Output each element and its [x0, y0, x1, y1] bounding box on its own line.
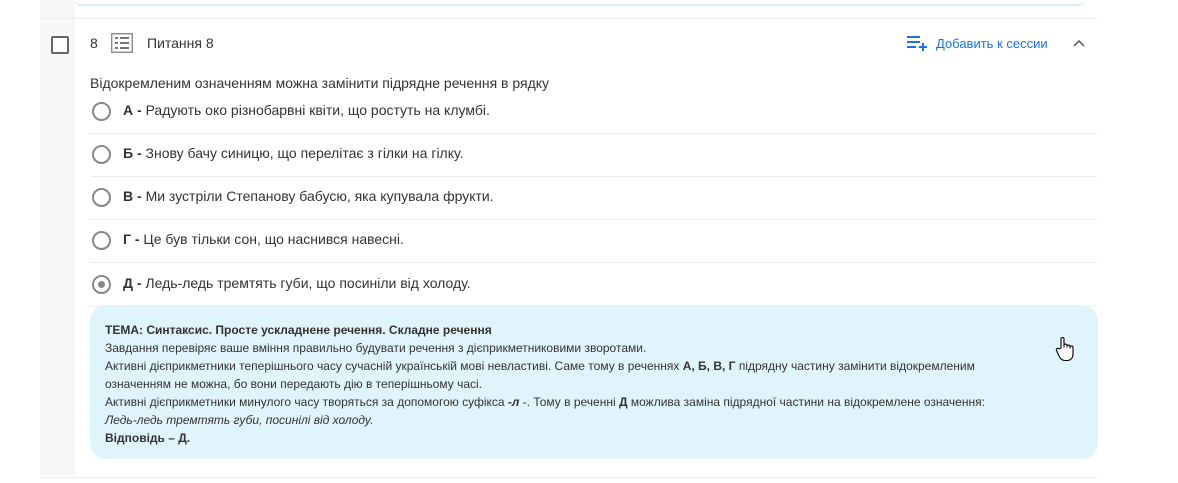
explanation-line: Завдання перевіряє ваше вміння правильно…	[105, 341, 647, 355]
explanation-topic: ТЕМА: Синтаксис. Просте ускладнене речен…	[105, 323, 492, 337]
add-to-session-button[interactable]: Добавить к сессии	[907, 35, 1048, 51]
text-segment: Активні дієприкметники минулого часу тво…	[105, 395, 508, 409]
question-number: 8	[90, 35, 98, 51]
question-text: Відокремленим означенням можна замінити …	[90, 75, 550, 91]
option-label: Це був тільки сон, що наснився навесні.	[143, 231, 404, 247]
option-text: Д - Ледь-ледь тремтять губи, що посиніли…	[123, 275, 471, 291]
option-text: В - Ми зустріли Степанову бабусю, яка ку…	[123, 188, 494, 204]
text-segment-bold: А, Б, В, Г	[682, 359, 736, 373]
answer-option-a[interactable]: А - Радують око різнобарвні квіти, що ро…	[90, 90, 1097, 134]
option-label: Ми зустріли Степанову бабусю, яка купува…	[145, 188, 494, 204]
playlist-add-icon	[907, 36, 927, 51]
explanation-box: ТЕМА: Синтаксис. Просте ускладнене речен…	[90, 305, 1098, 459]
option-text: Г - Це був тільки сон, що наснився навес…	[123, 231, 404, 247]
radio-button-selected[interactable]	[92, 275, 111, 294]
explanation-line: Активні дієприкметники теперішнього часу…	[105, 357, 1083, 375]
text-segment: Активні дієприкметники теперішнього часу…	[105, 359, 683, 373]
option-letter: Г -	[123, 231, 140, 247]
answer-option-v[interactable]: В - Ми зустріли Степанову бабусю, яка ку…	[90, 176, 1097, 220]
radio-button[interactable]	[92, 188, 111, 207]
option-label: Радують око різнобарвні квіти, що ростут…	[145, 102, 490, 118]
answer-option-d[interactable]: Д - Ледь-ледь тремтять губи, що посиніли…	[90, 263, 1097, 307]
question-list-icon	[111, 33, 133, 53]
question-title: Питання 8	[147, 35, 214, 51]
explanation-line: Активні дієприкметники минулого часу тво…	[105, 393, 1083, 411]
explanation-example: Ледь-ледь тремтять губи, посинілі від хо…	[105, 413, 374, 427]
answer-option-b[interactable]: Б - Знову бачу синицю, що перелітає з гі…	[90, 133, 1097, 177]
chevron-up-icon[interactable]	[1072, 36, 1086, 50]
previous-card-edge	[75, 0, 1085, 6]
question-select-checkbox[interactable]	[51, 36, 69, 54]
explanation-answer: Відповідь – Д.	[105, 431, 191, 445]
option-letter: Д -	[123, 275, 142, 291]
text-segment: підрядну частину замінити відокремленим	[735, 359, 975, 373]
text-segment: -. Тому в реченні	[519, 395, 619, 409]
hand-cursor-icon	[1055, 337, 1074, 362]
option-letter: А -	[123, 102, 142, 118]
text-segment-bold: Д	[618, 395, 628, 409]
text-segment: можлива заміна підрядної частини на відо…	[627, 395, 985, 409]
option-label: Знову бачу синицю, що перелітає з гілки …	[145, 145, 464, 161]
answer-option-h[interactable]: Г - Це був тільки сон, що наснився навес…	[90, 219, 1097, 263]
radio-button[interactable]	[92, 231, 111, 250]
option-label: Ледь-ледь тремтять губи, що посиніли від…	[145, 275, 471, 291]
option-letter: Б -	[123, 145, 142, 161]
text-segment-bold: -л	[507, 395, 520, 409]
radio-button[interactable]	[92, 102, 111, 121]
radio-button[interactable]	[92, 145, 111, 164]
option-letter: В -	[123, 188, 142, 204]
option-text: А - Радують око різнобарвні квіти, що ро…	[123, 102, 490, 118]
option-text: Б - Знову бачу синицю, що перелітає з гі…	[123, 145, 464, 161]
add-to-session-label: Добавить к сессии	[936, 35, 1048, 51]
explanation-line: означенням не можна, бо вони передають д…	[105, 377, 483, 391]
